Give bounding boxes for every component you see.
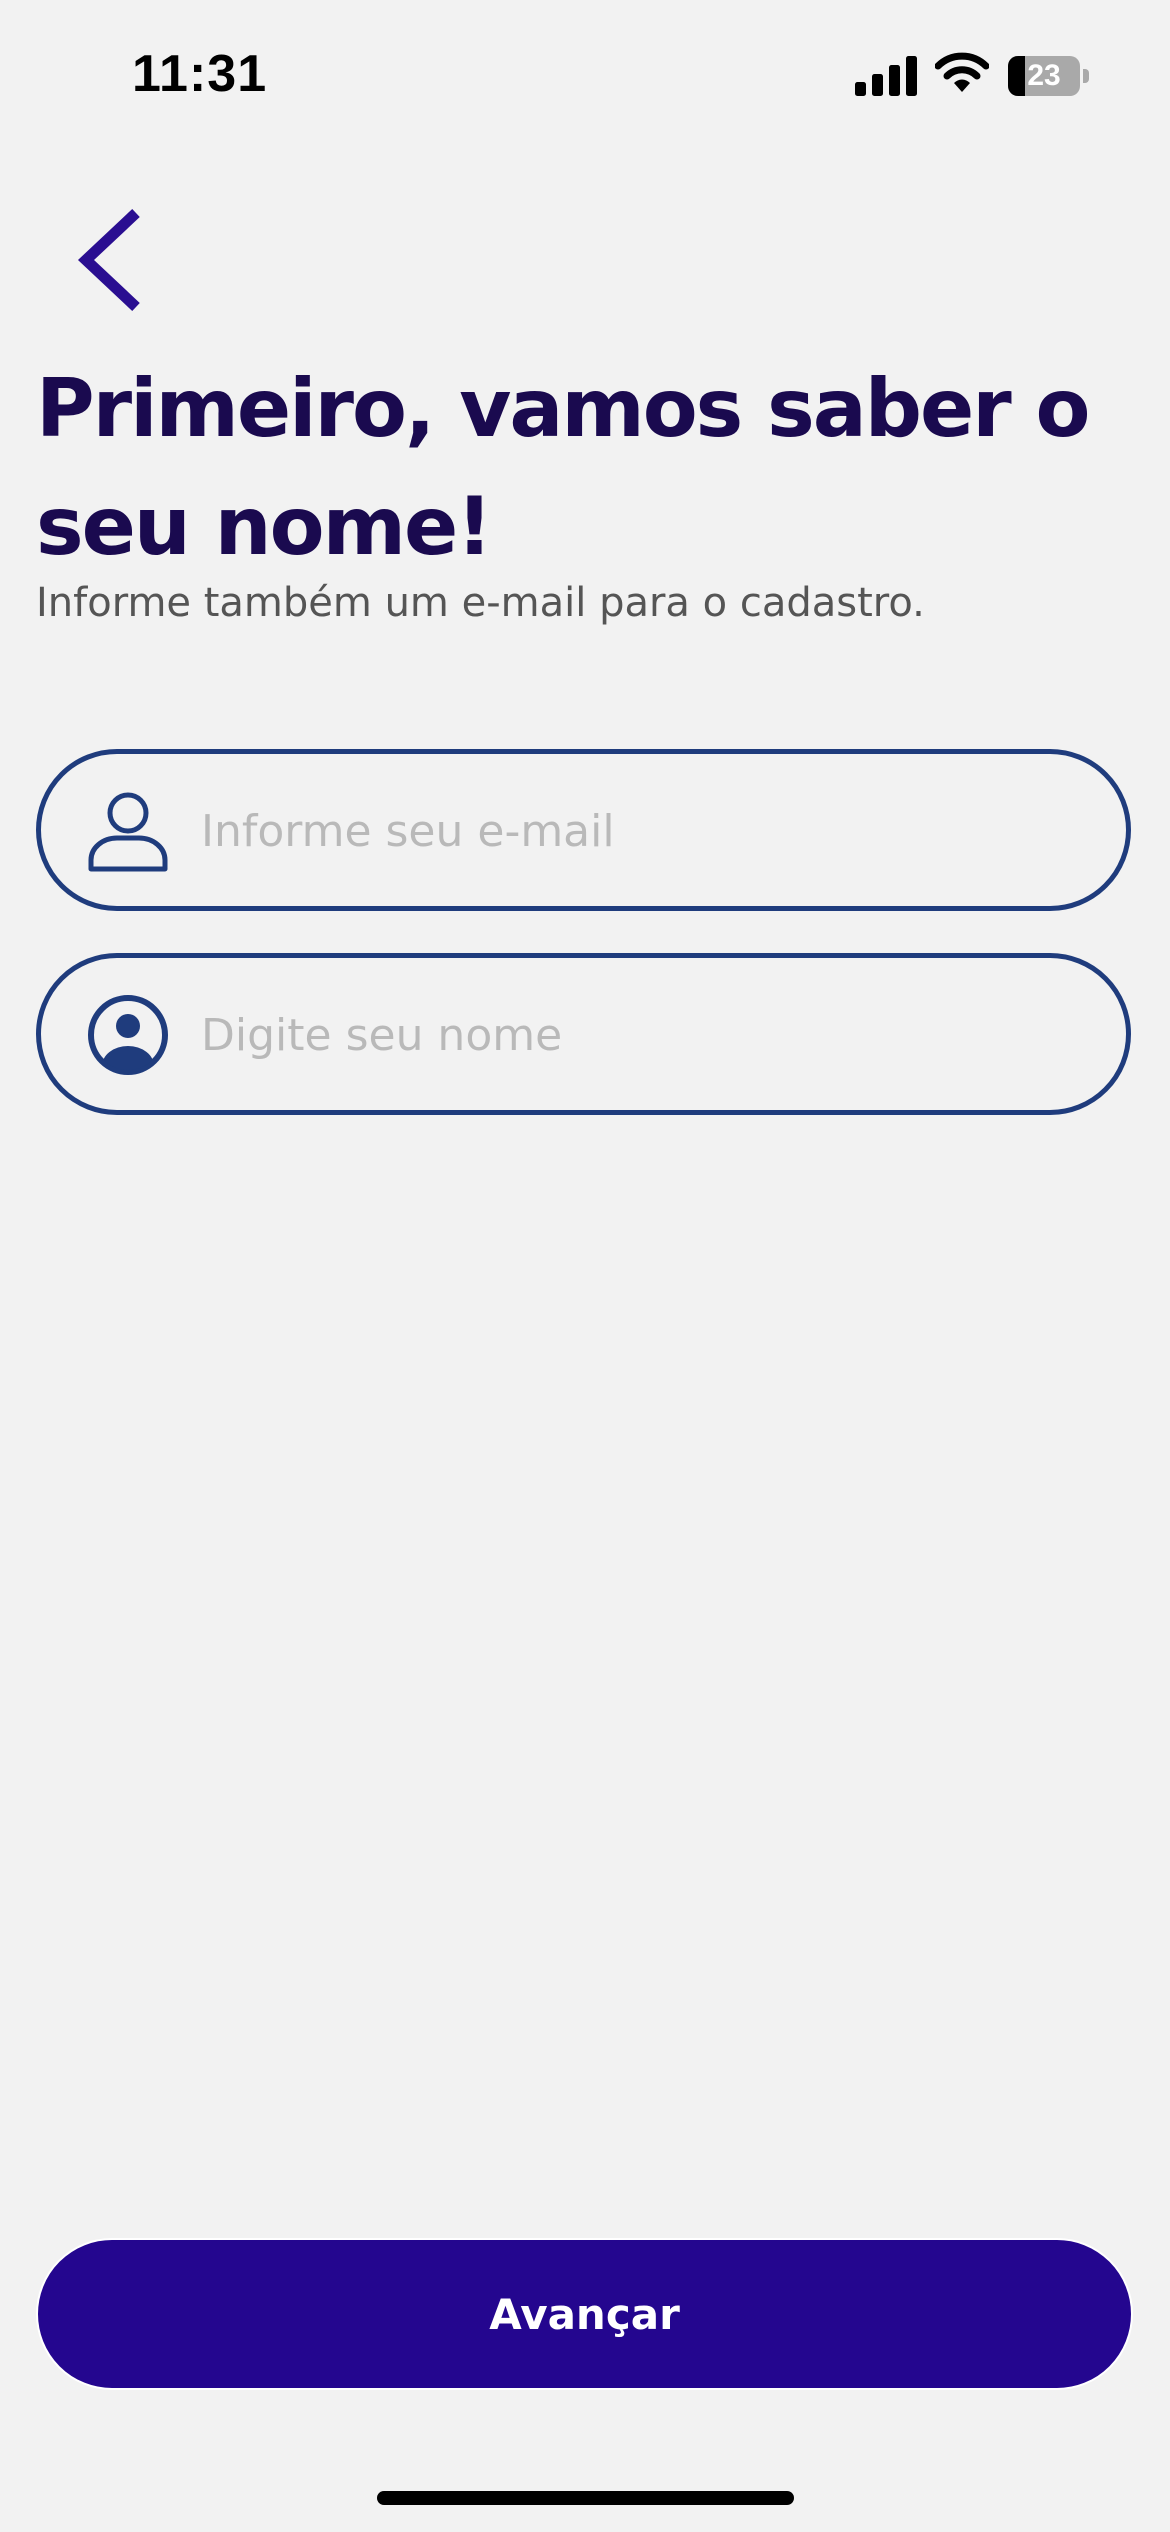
next-button[interactable]: Avançar	[36, 2238, 1133, 2390]
battery-icon: 23	[1008, 56, 1090, 96]
page-subtitle: Informe também um e-mail para o cadastro…	[36, 580, 925, 626]
user-circle-icon	[88, 995, 168, 1075]
chevron-left-icon	[77, 208, 140, 312]
name-field[interactable]	[199, 988, 1083, 1082]
user-outline-icon	[88, 792, 168, 872]
next-button-label: Avançar	[489, 2289, 680, 2339]
status-bar: 11:31 23	[0, 0, 1170, 150]
home-indicator	[377, 2491, 794, 2505]
email-field-container[interactable]	[36, 749, 1131, 911]
back-button[interactable]	[70, 205, 160, 315]
email-field[interactable]	[199, 784, 1083, 878]
page-title: Primeiro, vamos saber o seu nome!	[36, 362, 1091, 573]
name-field-container[interactable]	[36, 953, 1131, 1115]
battery-level: 23	[1027, 59, 1061, 92]
signal-icon	[855, 56, 917, 96]
wifi-icon	[935, 52, 989, 92]
status-time: 11:31	[132, 45, 268, 103]
